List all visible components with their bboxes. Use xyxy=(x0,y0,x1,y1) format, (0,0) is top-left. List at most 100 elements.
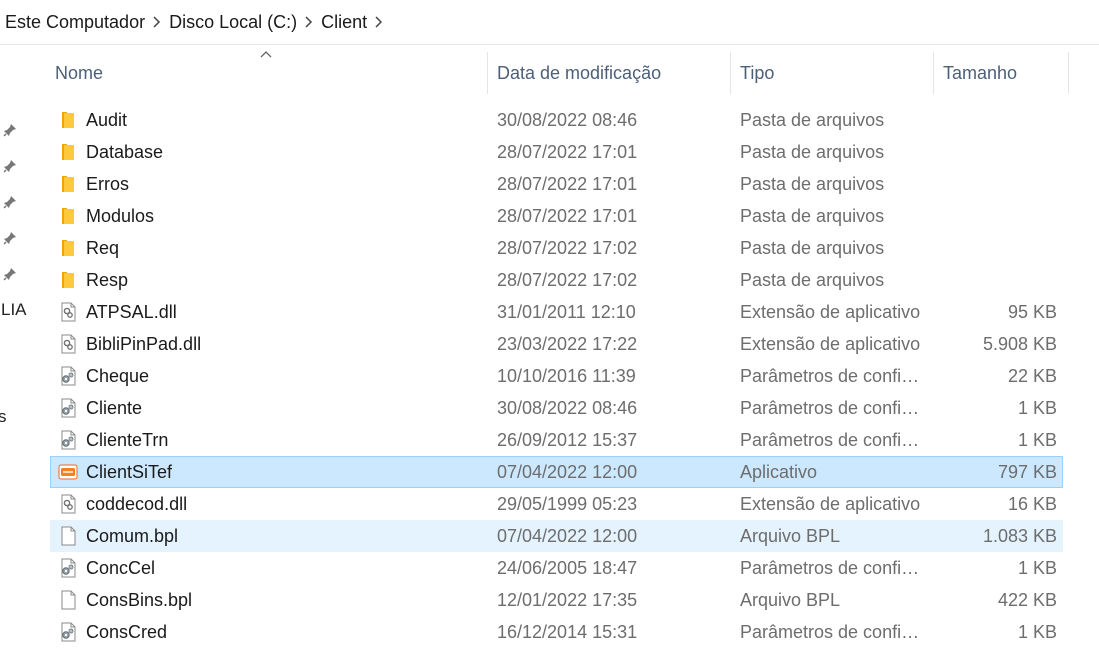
column-header-name[interactable]: Nome xyxy=(55,52,487,94)
file-row[interactable]: Erros 28/07/2022 17:01 Pasta de arquivos xyxy=(50,168,1063,200)
file-row[interactable]: Resp 28/07/2022 17:02 Pasta de arquivos xyxy=(50,264,1063,296)
file-type: Pasta de arquivos xyxy=(740,174,885,194)
file-size: 422 KB xyxy=(997,590,1057,610)
blank-file-icon xyxy=(61,526,76,546)
file-name: BibliPinPad.dll xyxy=(86,334,202,354)
file-type: Aplicativo xyxy=(740,462,818,482)
file-row[interactable]: ClienteTrn 26/09/2012 15:37 Parâmetros de … xyxy=(50,424,1063,456)
file-name: Cheque xyxy=(86,366,150,386)
file-modified-date: 28/07/2022 17:01 xyxy=(497,174,638,194)
sitef-app-icon xyxy=(58,464,78,480)
file-modified-date: 28/07/2022 17:01 xyxy=(497,142,638,162)
file-name: Comum.bpl xyxy=(86,526,179,546)
file-size: 1 KB xyxy=(1017,398,1057,418)
breadcrumb: Este Computador Disco Local (C:) Client xyxy=(0,0,1099,45)
file-size: 797 KB xyxy=(997,462,1057,482)
file-name: ClientSiTef xyxy=(86,462,173,482)
pin-icon[interactable] xyxy=(3,267,17,281)
file-modified-date: 30/08/2022 08:46 xyxy=(497,398,638,418)
file-row[interactable]: Database 28/07/2022 17:01 Pasta de arquivo… xyxy=(50,136,1063,168)
file-row[interactable]: Modulos 28/07/2022 17:01 Pasta de arquivos xyxy=(50,200,1063,232)
file-name: coddecod.dll xyxy=(86,494,188,514)
file-row[interactable]: Cheque 10/10/2016 11:39 Parâmetros de conf… xyxy=(50,360,1063,392)
file-size: 1 KB xyxy=(1017,430,1057,450)
file-row[interactable]: Req 28/07/2022 17:02 Pasta de arquivos xyxy=(50,232,1063,264)
file-size: 5.908 KB xyxy=(982,334,1057,354)
chevron-right-icon[interactable] xyxy=(373,12,385,32)
file-modified-date: 12/01/2022 17:35 xyxy=(497,590,638,610)
file-row[interactable]: ClientSiTef 07/04/2022 12:00 Aplicativo 797… xyxy=(50,456,1063,488)
file-name: ConsCred xyxy=(86,622,168,642)
file-modified-date: 28/07/2022 17:02 xyxy=(497,238,638,258)
breadcrumb-local-disk[interactable]: Disco Local (C:) xyxy=(163,12,303,33)
config-file-icon xyxy=(61,398,76,418)
breadcrumb-this-pc[interactable]: Este Computador xyxy=(0,12,151,33)
pin-icon[interactable] xyxy=(3,159,17,173)
dll-icon xyxy=(61,494,76,514)
pin-icon[interactable] xyxy=(3,123,17,137)
file-type: Parâmetros de config... xyxy=(740,622,925,642)
file-type: Pasta de arquivos xyxy=(740,270,885,290)
file-type: Arquivo BPL xyxy=(740,590,841,610)
file-name: Req xyxy=(86,238,120,258)
blank-file-icon xyxy=(61,590,76,610)
file-type: Parâmetros de config... xyxy=(740,430,925,450)
file-modified-date: 07/04/2022 12:00 xyxy=(497,526,638,546)
folder-icon xyxy=(62,112,74,128)
column-header-date[interactable]: Data de modificação xyxy=(497,52,730,94)
file-type: Pasta de arquivos xyxy=(740,110,885,130)
file-row[interactable]: coddecod.dll 29/05/1999 05:23 Extensão de … xyxy=(50,488,1063,520)
column-header-size[interactable]: Tamanho xyxy=(943,52,1068,94)
config-file-icon xyxy=(61,430,76,450)
file-row[interactable]: ATPSAL.dll 31/01/2011 12:10 Extensão de ap… xyxy=(50,296,1063,328)
file-row[interactable]: BibliPinPad.dll 23/03/2022 17:22 Extensão … xyxy=(50,328,1063,360)
config-file-icon xyxy=(61,558,76,578)
column-header-bar: Nome Data de modificação Tipo Tamanho xyxy=(50,51,1070,94)
chevron-right-icon[interactable] xyxy=(303,12,315,32)
navigation-pane: LIA s xyxy=(0,45,50,634)
file-size: 1 KB xyxy=(1017,558,1057,578)
file-size: 16 KB xyxy=(1007,494,1057,514)
pin-icon[interactable] xyxy=(3,195,17,209)
file-row[interactable]: Comum.bpl 07/04/2022 12:00 Arquivo BPL 1.08… xyxy=(50,520,1063,552)
file-row[interactable]: Audit 30/08/2022 08:46 Pasta de arquivos xyxy=(50,104,1063,136)
file-type: Pasta de arquivos xyxy=(740,142,885,162)
file-name: ATPSAL.dll xyxy=(86,302,177,322)
file-type: Pasta de arquivos xyxy=(740,238,885,258)
file-type: Pasta de arquivos xyxy=(740,206,885,226)
file-size: 1 KB xyxy=(1017,622,1057,642)
column-divider[interactable] xyxy=(487,52,488,94)
file-type: Parâmetros de config... xyxy=(740,398,925,418)
nav-item-label[interactable]: s xyxy=(0,407,7,427)
file-type: Parâmetros de config... xyxy=(740,366,925,386)
file-row[interactable]: ConcCel 24/06/2005 18:47 Parâmetros de con… xyxy=(50,552,1063,584)
file-row[interactable]: ConsCred 16/12/2014 15:31 Parâmetros de co… xyxy=(50,616,1063,648)
file-type: Extensão de aplicativo xyxy=(740,302,921,322)
file-modified-date: 29/05/1999 05:23 xyxy=(497,494,638,514)
column-divider[interactable] xyxy=(730,52,731,94)
file-type: Parâmetros de config... xyxy=(740,558,925,578)
folder-icon xyxy=(62,176,74,192)
file-type: Extensão de aplicativo xyxy=(740,494,921,514)
nav-item-label[interactable]: LIA xyxy=(1,300,27,320)
dll-icon xyxy=(61,302,76,322)
file-modified-date: 31/01/2011 12:10 xyxy=(497,302,636,322)
file-type: Arquivo BPL xyxy=(740,526,841,546)
folder-icon xyxy=(62,240,74,256)
folder-icon xyxy=(62,272,74,288)
folder-icon xyxy=(62,208,74,224)
file-type: Extensão de aplicativo xyxy=(740,334,921,354)
breadcrumb-client[interactable]: Client xyxy=(315,12,373,33)
column-divider[interactable] xyxy=(933,52,934,94)
pin-icon[interactable] xyxy=(3,231,17,245)
file-row[interactable]: Cliente 30/08/2022 08:46 Parâmetros de con… xyxy=(50,392,1063,424)
config-file-icon xyxy=(61,366,76,386)
file-name: ConsBins.bpl xyxy=(86,590,193,610)
column-header-type[interactable]: Tipo xyxy=(740,52,933,94)
file-modified-date: 16/12/2014 15:31 xyxy=(497,622,638,642)
file-row[interactable]: ConsBins.bpl 12/01/2022 17:35 Arquivo BPL 4… xyxy=(50,584,1063,616)
chevron-right-icon[interactable] xyxy=(151,12,163,32)
file-name: ClienteTrn xyxy=(86,430,169,450)
file-modified-date: 30/08/2022 08:46 xyxy=(497,110,638,130)
column-divider[interactable] xyxy=(1068,52,1069,94)
